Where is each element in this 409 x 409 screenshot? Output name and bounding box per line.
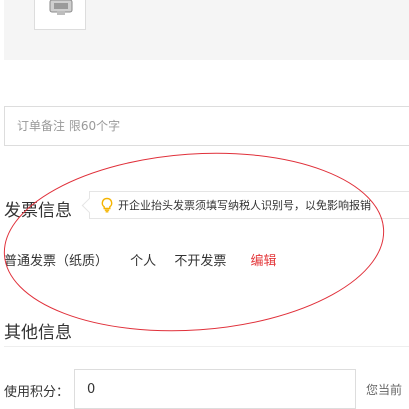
product-thumbnail-icon: [49, 0, 73, 15]
lightbulb-icon: [101, 197, 113, 213]
product-thumbnail[interactable]: [34, 0, 86, 30]
invoice-tip-text: 开企业抬头发票须填写纳税人识别号，以免影响报销: [118, 199, 371, 212]
invoice-title-type: 个人: [130, 254, 157, 269]
section-divider: [4, 346, 409, 347]
points-label: 使用积分：: [4, 385, 70, 400]
invoice-content: 不开发票: [174, 254, 227, 269]
invoice-edit-link[interactable]: 编辑: [250, 250, 276, 269]
product-summary-area: [4, 0, 409, 60]
invoice-type: 普通发票（纸质）: [4, 254, 109, 269]
points-input[interactable]: [74, 369, 356, 409]
other-info-section-title: 其他信息: [4, 323, 72, 343]
tip-arrow: [81, 197, 98, 214]
points-available-text: 您当前: [366, 383, 403, 397]
order-remark-input[interactable]: [4, 106, 409, 146]
invoice-section-title: 发票信息: [4, 201, 72, 221]
invoice-tip-tooltip: 开企业抬头发票须填写纳税人识别号，以免影响报销: [81, 191, 409, 219]
invoice-details-row: 普通发票（纸质） 个人 不开发票 编辑: [4, 250, 276, 269]
